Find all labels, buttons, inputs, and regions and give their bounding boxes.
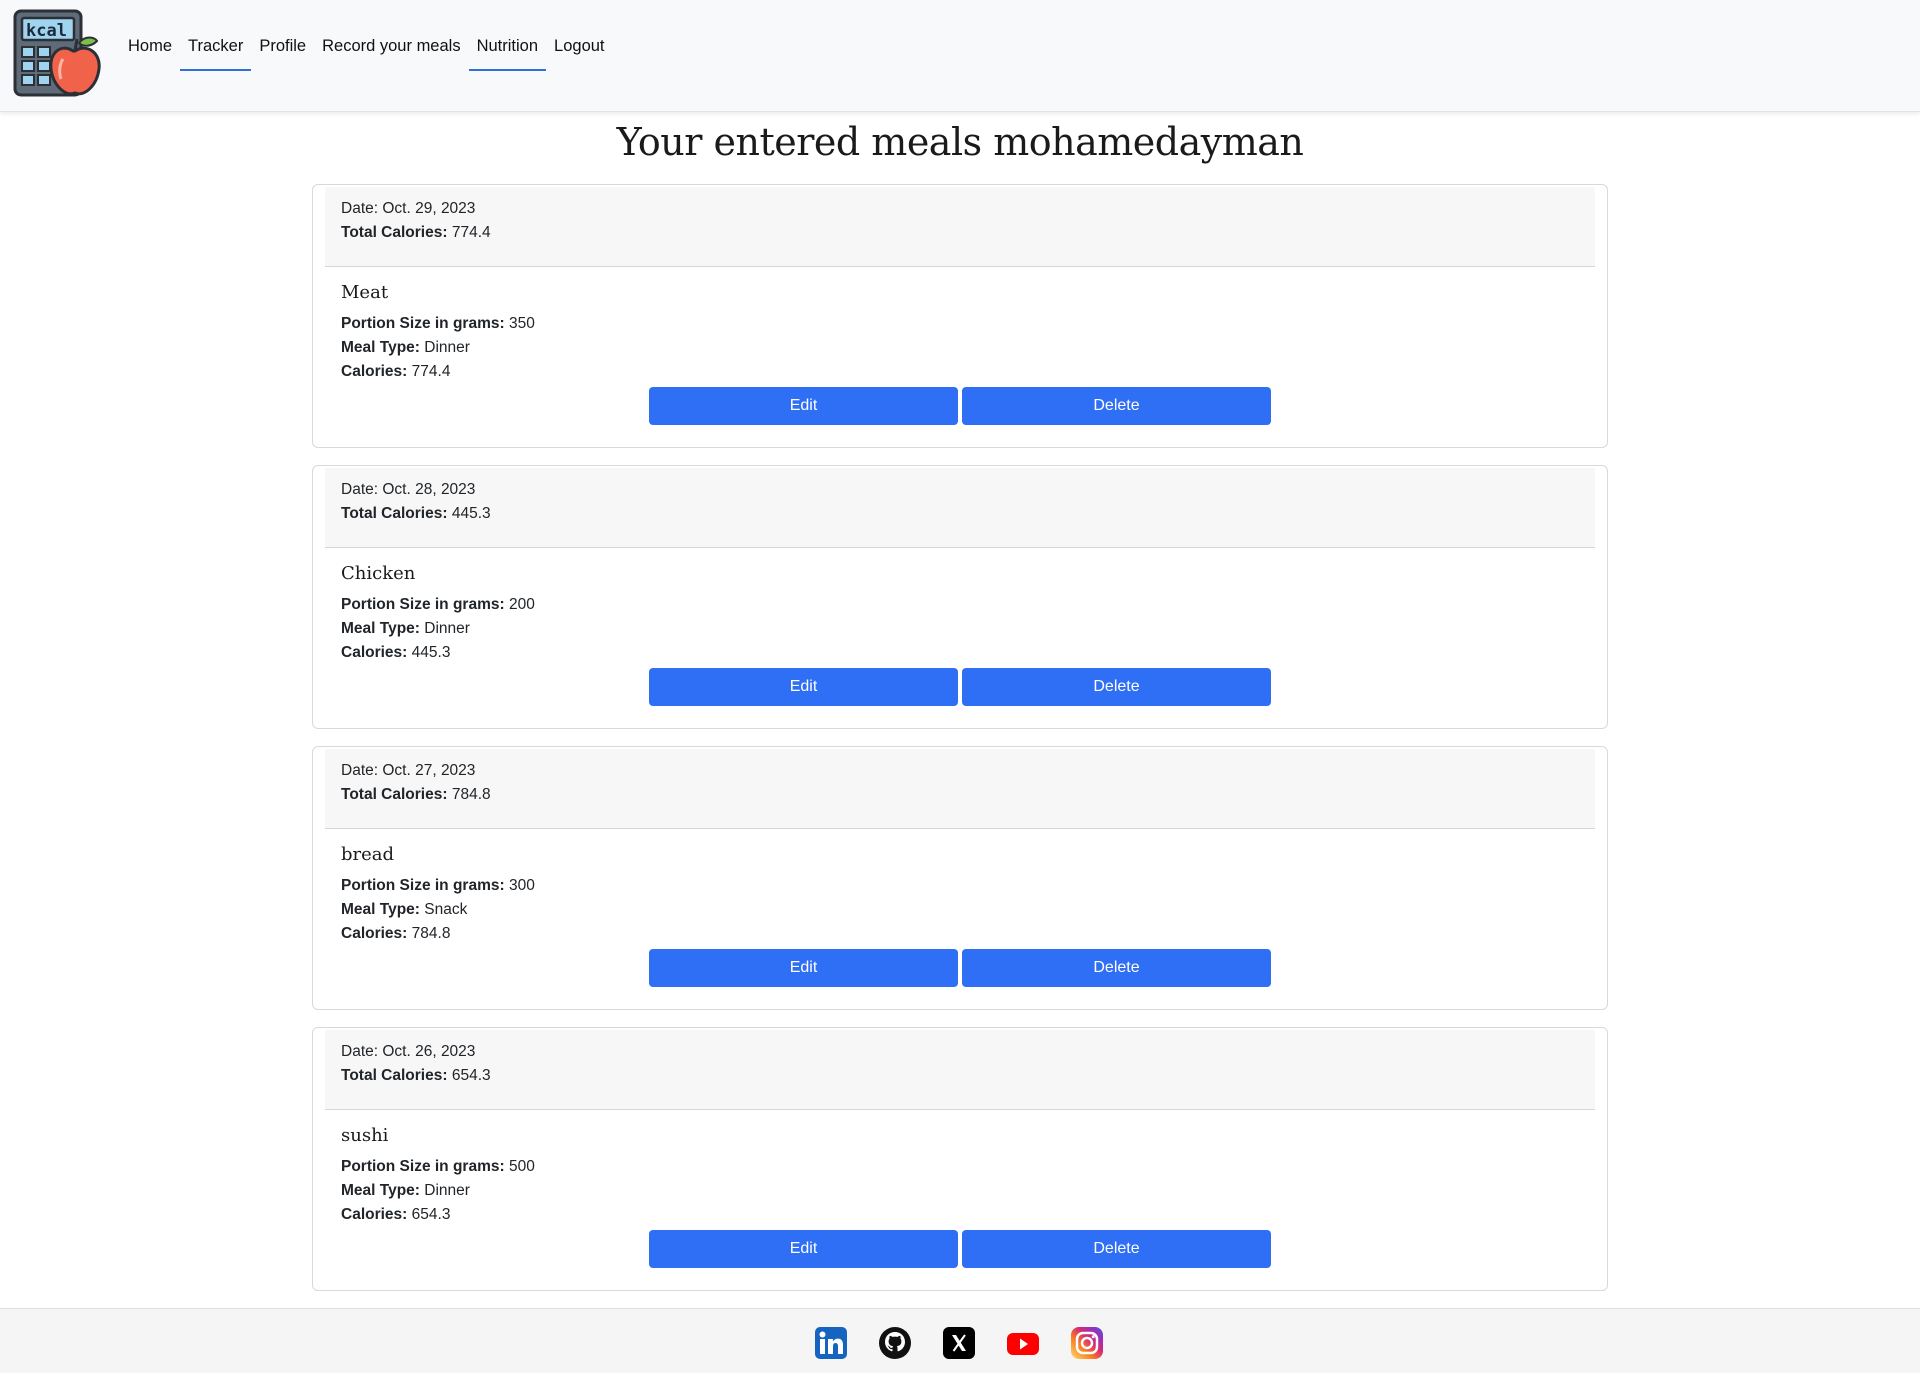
meal-name: bread: [341, 844, 395, 865]
delete-button[interactable]: Delete: [962, 1230, 1271, 1268]
meal-card-body: bread Portion Size in grams: 300 Meal Ty…: [341, 843, 535, 946]
meal-type: Meal Type: Dinner: [341, 1182, 470, 1199]
meal-portion: Portion Size in grams: 500: [341, 1158, 535, 1175]
nav-profile[interactable]: Profile: [251, 28, 314, 71]
meal-name: Meat: [341, 282, 389, 303]
meal-portion: Portion Size in grams: 300: [341, 877, 535, 894]
linkedin-icon[interactable]: [814, 1326, 848, 1360]
meal-type: Meal Type: Dinner: [341, 620, 470, 637]
meal-total-calories: Total Calories: 445.3: [341, 505, 491, 522]
meal-card-header: Date: Oct. 26, 2023 Total Calories: 654.…: [325, 1030, 1595, 1110]
meal-calories: Calories: 774.4: [341, 363, 451, 380]
page-title: Your entered meals mohamedayman: [616, 120, 1304, 164]
meal-date: Date: Oct. 26, 2023: [341, 1043, 476, 1060]
meal-card-body: Meat Portion Size in grams: 350 Meal Typ…: [341, 281, 535, 384]
nav-logout[interactable]: Logout: [546, 28, 612, 71]
meal-calories: Calories: 445.3: [341, 644, 451, 661]
youtube-icon[interactable]: [1006, 1326, 1040, 1360]
x-icon[interactable]: [942, 1326, 976, 1360]
delete-button[interactable]: Delete: [962, 387, 1271, 425]
meal-total-calories: Total Calories: 654.3: [341, 1067, 491, 1084]
delete-button[interactable]: Delete: [962, 668, 1271, 706]
meal-portion: Portion Size in grams: 350: [341, 315, 535, 332]
nav-links: Home Tracker Profile Record your meals N…: [120, 28, 613, 71]
meal-card-header: Date: Oct. 27, 2023 Total Calories: 784.…: [325, 749, 1595, 829]
nav-tracker[interactable]: Tracker: [180, 28, 252, 71]
meal-name: Chicken: [341, 563, 416, 584]
meal-card-body: Chicken Portion Size in grams: 200 Meal …: [341, 562, 535, 665]
edit-button[interactable]: Edit: [649, 387, 958, 425]
footer: [0, 1308, 1920, 1373]
meal-name: sushi: [341, 1125, 389, 1146]
delete-button[interactable]: Delete: [962, 949, 1271, 987]
meal-date: Date: Oct. 29, 2023: [341, 200, 476, 217]
nav-record-meals[interactable]: Record your meals: [314, 28, 468, 71]
meal-card-body: sushi Portion Size in grams: 500 Meal Ty…: [341, 1124, 535, 1227]
nav-nutrition[interactable]: Nutrition: [468, 28, 547, 71]
meal-type: Meal Type: Snack: [341, 901, 468, 918]
instagram-icon[interactable]: [1070, 1326, 1104, 1360]
meal-list: Date: Oct. 29, 2023 Total Calories: 774.…: [312, 184, 1608, 1308]
meal-calories: Calories: 784.8: [341, 925, 451, 942]
navbar: kcal Home Tracker Profile Record your me…: [0, 0, 1920, 112]
meal-card: Date: Oct. 26, 2023 Total Calories: 654.…: [312, 1027, 1608, 1291]
meal-card: Date: Oct. 28, 2023 Total Calories: 445.…: [312, 465, 1608, 729]
meal-card-header: Date: Oct. 29, 2023 Total Calories: 774.…: [325, 187, 1595, 267]
meal-date: Date: Oct. 27, 2023: [341, 762, 476, 779]
github-icon[interactable]: [878, 1326, 912, 1360]
edit-button[interactable]: Edit: [649, 668, 958, 706]
nav-home[interactable]: Home: [120, 28, 180, 71]
meal-type: Meal Type: Dinner: [341, 339, 470, 356]
meal-calories: Calories: 654.3: [341, 1206, 451, 1223]
kcal-logo[interactable]: kcal: [13, 9, 103, 98]
logo-text: kcal: [26, 21, 67, 41]
meal-card: Date: Oct. 27, 2023 Total Calories: 784.…: [312, 746, 1608, 1010]
meal-card-header: Date: Oct. 28, 2023 Total Calories: 445.…: [325, 468, 1595, 548]
meal-portion: Portion Size in grams: 200: [341, 596, 535, 613]
edit-button[interactable]: Edit: [649, 949, 958, 987]
meal-total-calories: Total Calories: 784.8: [341, 786, 491, 803]
meal-total-calories: Total Calories: 774.4: [341, 224, 491, 241]
meal-date: Date: Oct. 28, 2023: [341, 481, 476, 498]
meal-card: Date: Oct. 29, 2023 Total Calories: 774.…: [312, 184, 1608, 448]
edit-button[interactable]: Edit: [649, 1230, 958, 1268]
